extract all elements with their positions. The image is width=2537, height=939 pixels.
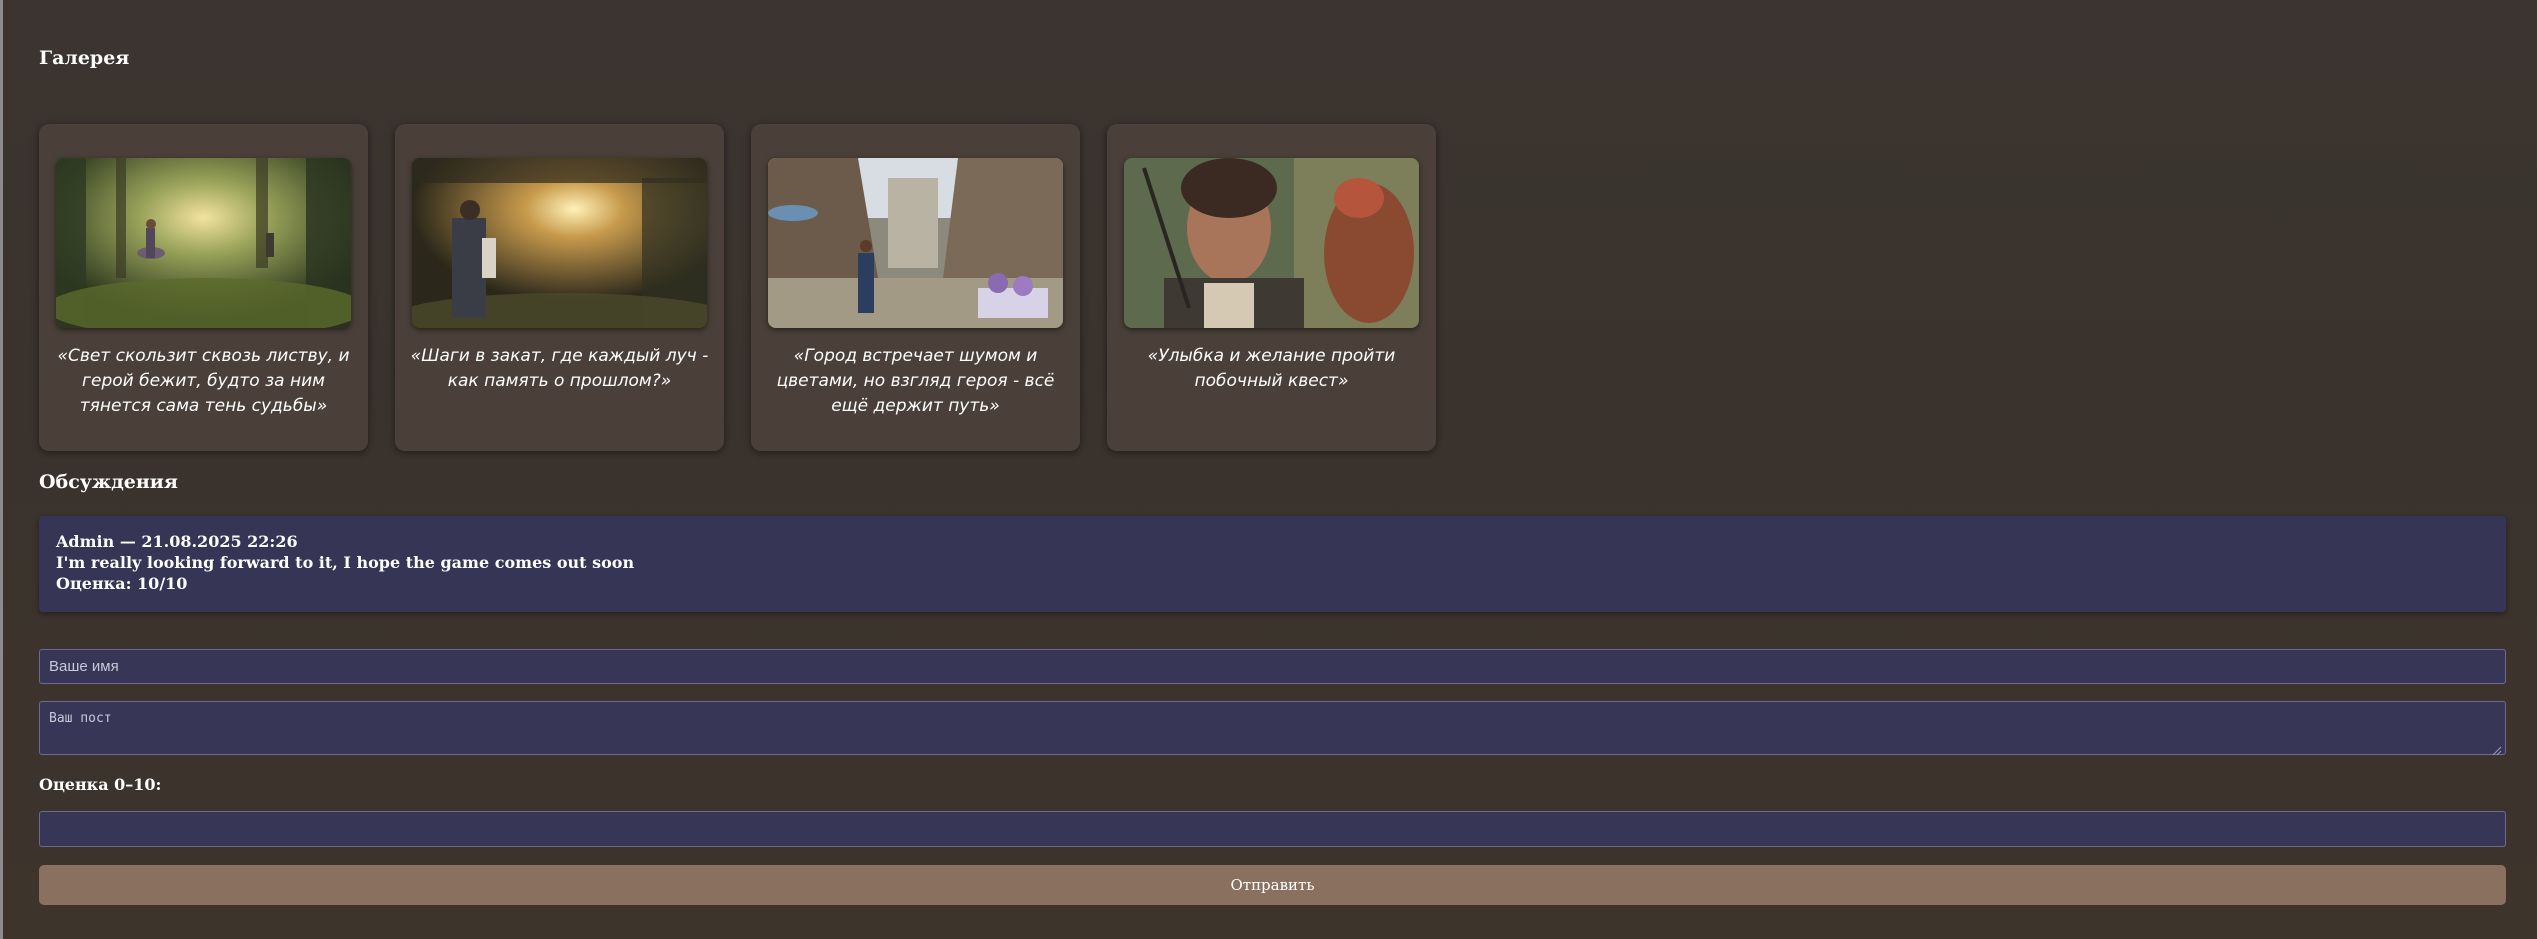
gallery-heading: Галерея: [39, 47, 130, 69]
gallery-image-smile[interactable]: [1124, 158, 1419, 328]
gallery-image-forest-run[interactable]: [56, 158, 351, 328]
window-edge: [0, 0, 3, 939]
gallery-image-sunset-walk[interactable]: [412, 158, 707, 328]
name-input[interactable]: Ваше имя: [39, 649, 2506, 684]
discussions-heading: Обсуждения: [39, 471, 178, 493]
gallery-caption: «Город встречает шумом и цветами, но взг…: [776, 346, 1055, 416]
rating-input[interactable]: [39, 811, 2506, 847]
comment-card: Admin — 21.08.2025 22:26 I'm really look…: [39, 516, 2506, 612]
resize-handle-icon[interactable]: [2490, 741, 2502, 756]
gallery-card[interactable]: «Улыбка и желание пройти побочный квест»: [1107, 124, 1436, 451]
comment-text: I'm really looking forward to it, I hope…: [56, 553, 635, 572]
gallery-card[interactable]: «Свет скользит сквозь листву, и герой бе…: [39, 124, 368, 451]
comment-header: Admin — 21.08.2025 22:26: [56, 532, 298, 551]
gallery-caption: «Свет скользит сквозь листву, и герой бе…: [57, 346, 350, 416]
gallery: «Свет скользит сквозь листву, и герой бе…: [39, 124, 1436, 451]
gallery-image-city-street[interactable]: [768, 158, 1063, 328]
gallery-card[interactable]: «Шаги в закат, где каждый луч - как памя…: [395, 124, 724, 451]
post-textarea[interactable]: Ваш пост: [39, 701, 2506, 755]
gallery-caption: «Улыбка и желание пройти побочный квест»: [1147, 346, 1396, 391]
rating-label: Оценка 0–10:: [39, 775, 162, 794]
submit-button[interactable]: Отправить: [39, 865, 2506, 905]
comment-rating: Оценка: 10/10: [56, 574, 188, 593]
gallery-card[interactable]: «Город встречает шумом и цветами, но взг…: [751, 124, 1080, 451]
gallery-caption: «Шаги в закат, где каждый луч - как памя…: [410, 346, 709, 391]
